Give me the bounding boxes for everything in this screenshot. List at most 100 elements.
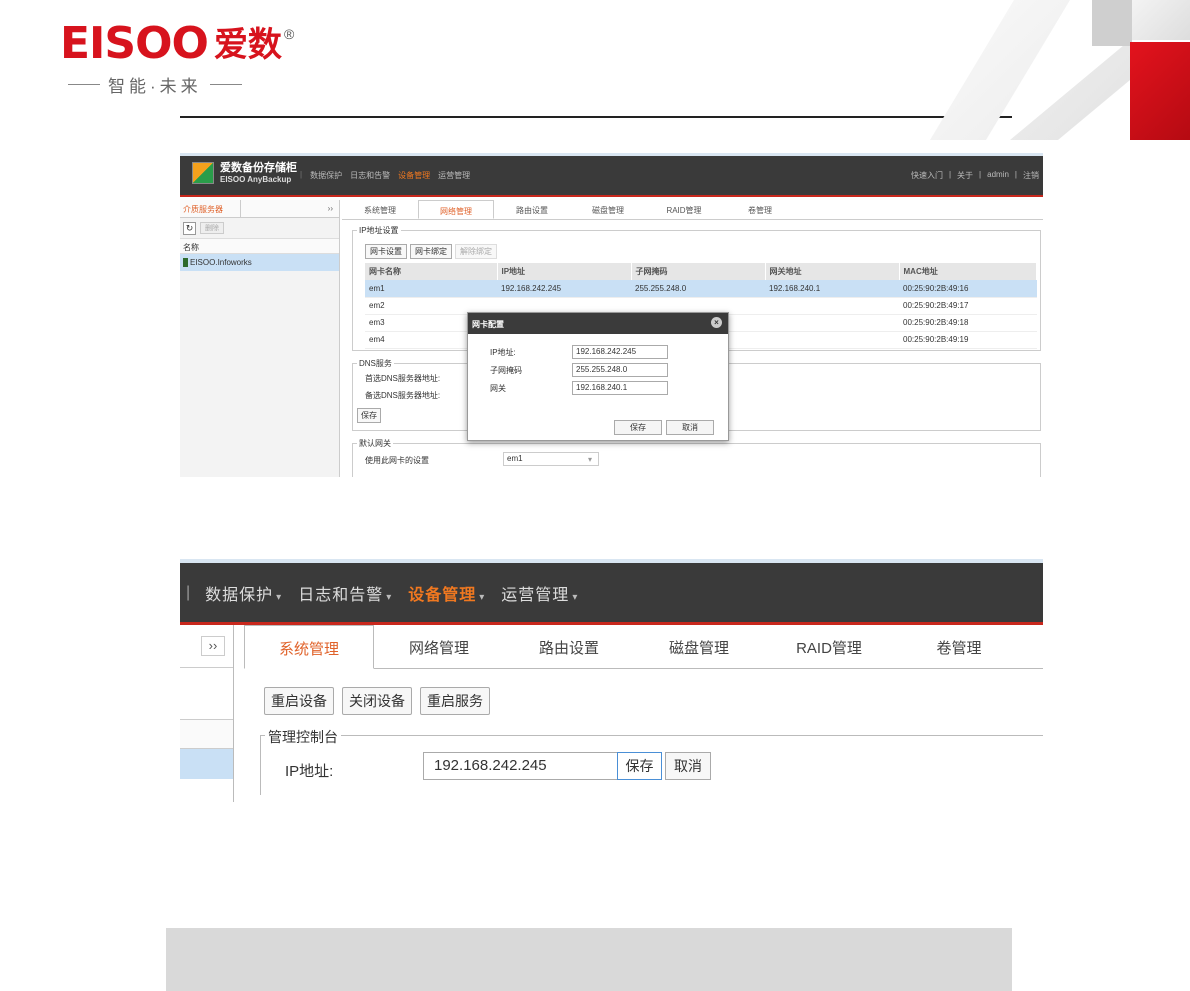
nav-operations[interactable]: 运营管理 ▾ [501,581,578,605]
dialog-mask-input[interactable]: 255.255.248.0 [572,363,668,377]
screenshot-system-management: | 数据保护 ▾ 日志和告警 ▾ 设备管理 ▾ 运营管理 ▾ ›› 系统管理 网络管理 … [180,559,1043,802]
cell: em1 [365,280,497,298]
tab-network[interactable]: 网络管理 [418,200,494,219]
nic-unbind-button[interactable]: 解除绑定 [455,244,497,259]
dialog-mask-label: 子网掩码 [490,365,522,375]
nav-separator: | [186,583,192,601]
console-cancel-button[interactable]: 取消 [665,752,711,780]
quick-start-link[interactable]: 快速入门 [911,170,943,181]
tab-bar: 系统管理 网络管理 路由设置 磁盘管理 RAID管理 卷管理 [342,200,1043,220]
gateway-nic-value: em1 [507,454,523,463]
nic-config-dialog: 网卡配置 × IP地址: 192.168.242.245 子网掩码 255.25… [467,312,729,441]
sidebar-tab-label: 介质服务器 [183,205,223,214]
restart-device-button[interactable]: 重启设备 [264,687,334,715]
header-rule [180,116,1012,118]
cell: 00:25:90:2B:49:19 [899,331,1037,349]
top-right-menu: 快速入门 | 关于 | admin | 注销 [910,170,1039,181]
collapse-chevron-icon[interactable]: ›› [201,636,225,656]
caret-down-icon: ▾ [479,591,486,603]
dialog-cancel-button[interactable]: 取消 [666,420,714,435]
cell: 00:25:90:2B:49:18 [899,314,1037,332]
tab-volume[interactable]: 卷管理 [894,625,1024,668]
nav-logs-alerts[interactable]: 日志和告警 ▾ [298,581,392,605]
nav-device-management[interactable]: 设备管理 [398,170,430,181]
column-header: 子网掩码 [631,263,766,280]
dns-legend: DNS服务 [357,358,394,369]
shutdown-device-button[interactable]: 关闭设备 [342,687,412,715]
sidebar-column-header: 名称 [180,238,339,254]
collapse-chevron-icon[interactable]: ›› [328,204,333,213]
tab-raid[interactable]: RAID管理 [646,200,722,219]
restart-service-button[interactable]: 重启服务 [420,687,490,715]
console-ip-input[interactable]: 192.168.242.245 [423,752,619,780]
app-toolbar: 爱数备份存储柜 EISOO AnyBackup | 数据保护 日志和告警 设备管… [180,153,1043,197]
column-header: 网卡名称 [365,263,498,280]
sidebar-tab[interactable]: 介质服务器 ›› [180,200,339,218]
dialog-gateway-row: 网关 192.168.240.1 [490,381,668,395]
logo-wordmark: EISOO [60,18,209,69]
nic-bind-button[interactable]: 网卡绑定 [410,244,452,259]
dialog-save-button[interactable]: 保存 [614,420,662,435]
cell: 255.255.248.0 [631,280,765,298]
app-logo-icon [192,162,214,184]
nav-label: 数据保护 [205,586,274,604]
about-menu[interactable]: 关于 [957,170,973,181]
slogan: 智能·未来 [60,72,294,97]
tab-volume[interactable]: 卷管理 [722,200,798,219]
tab-disk[interactable]: 磁盘管理 [570,200,646,219]
corner-decoration [930,0,1190,140]
cell [765,297,899,315]
cell [765,314,899,332]
gateway-nic-select[interactable]: em1 ▾ [503,452,599,466]
close-icon[interactable]: × [711,317,722,328]
slogan-text: 智能·未来 [108,77,202,96]
nav-label: 设备管理 [408,586,477,604]
nav-logs-alerts[interactable]: 日志和告警 [350,170,390,181]
dialog-gateway-label: 网关 [490,383,506,393]
sidebar: ›› [180,625,234,802]
logout-link[interactable]: 注销 [1023,170,1039,181]
user-menu[interactable]: admin [987,170,1009,181]
dialog-ip-input[interactable]: 192.168.242.245 [572,345,668,359]
use-nic-label: 使用此网卡的设置 [365,456,429,465]
nav-data-protection[interactable]: 数据保护 [310,170,342,181]
dialog-gateway-input[interactable]: 192.168.240.1 [572,381,668,395]
main-nav: | 数据保护 日志和告警 设备管理 运营管理 [300,170,470,181]
cell: 192.168.242.245 [497,280,631,298]
nav-operations[interactable]: 运营管理 [438,170,470,181]
console-ip-label: IP地址: [285,763,334,780]
nav-data-protection[interactable]: 数据保护 ▾ [205,581,282,605]
console-section: 管理控制台 IP地址: 192.168.242.245 保存 取消 [260,727,1043,795]
caret-down-icon: ▾ [572,591,579,603]
tab-network[interactable]: 网络管理 [374,625,504,668]
app-brand: 爱数备份存储柜 EISOO AnyBackup [220,162,297,186]
tab-raid[interactable]: RAID管理 [764,625,894,668]
tab-routing[interactable]: 路由设置 [494,200,570,219]
tab-system[interactable]: 系统管理 [342,200,418,219]
brand-title: 爱数备份存储柜 [220,162,297,174]
refresh-icon[interactable]: ↻ [183,221,196,235]
server-list-item[interactable] [180,749,233,779]
caret-down-icon: ▾ [386,591,393,603]
ip-settings-legend: IP地址设置 [357,225,401,236]
console-save-button[interactable]: 保存 [617,752,662,780]
dns-save-button[interactable]: 保存 [357,408,381,423]
delete-button[interactable]: 删除 [200,222,224,234]
sidebar-column-header [180,719,233,749]
tab-system[interactable]: 系统管理 [244,625,374,669]
table-row[interactable]: em1 192.168.242.245 255.255.248.0 192.16… [365,280,1037,298]
default-gateway-section: 默认网关 使用此网卡的设置 em1 ▾ [352,438,1041,477]
primary-dns-label: 首选DNS服务器地址: [365,374,441,383]
server-list-item[interactable]: EISOO.Infoworks [180,254,339,271]
nic-settings-button[interactable]: 网卡设置 [365,244,407,259]
column-header: 网关地址 [765,263,900,280]
chevron-down-icon: ▾ [587,455,592,464]
cell: 192.168.240.1 [765,280,899,298]
tab-disk[interactable]: 磁盘管理 [634,625,764,668]
column-header: MAC地址 [899,263,1037,280]
dialog-title: 网卡配置 [472,320,504,329]
nav-device-management[interactable]: 设备管理 ▾ [408,581,485,605]
tab-routing[interactable]: 路由设置 [504,625,634,668]
column-header: IP地址 [497,263,632,280]
console-legend: 管理控制台 [265,727,341,747]
